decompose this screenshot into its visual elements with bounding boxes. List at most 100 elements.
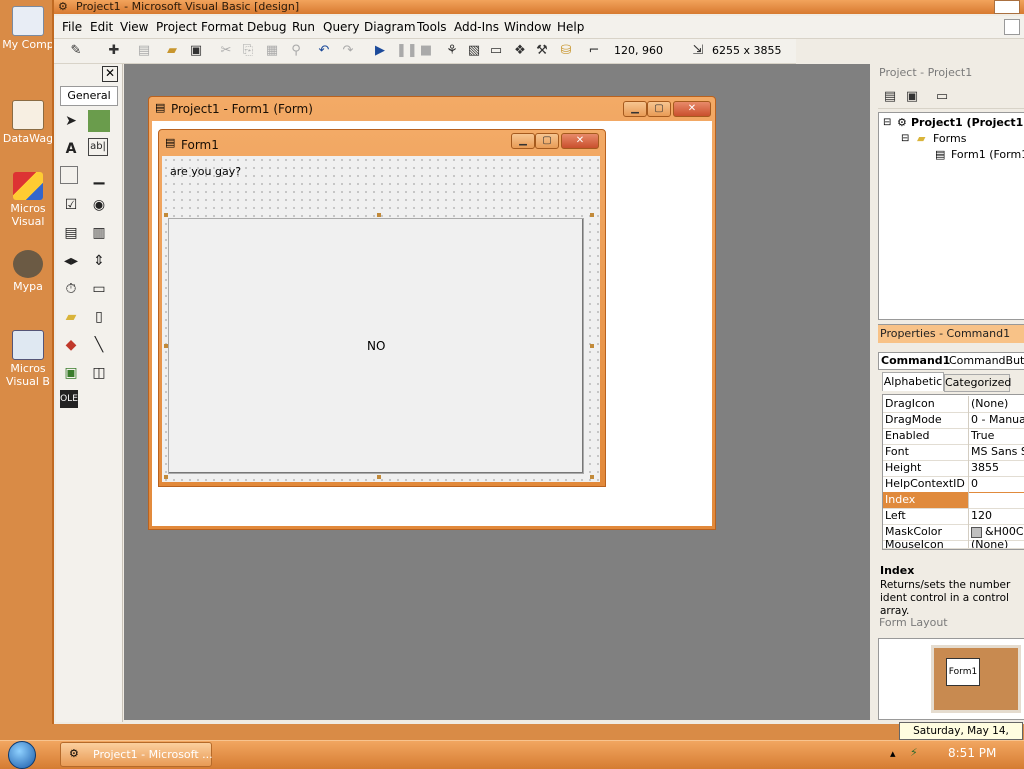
property-row-dragicon[interactable]: DragIcon (None): [883, 396, 1024, 413]
menu-add-ins[interactable]: Add-Ins: [454, 20, 499, 34]
menu-run[interactable]: Run: [292, 20, 315, 34]
find-icon[interactable]: ⚲: [288, 43, 304, 59]
vscrollbar-icon[interactable]: ⇕: [88, 250, 110, 272]
properties-window-icon[interactable]: ▧: [466, 43, 482, 59]
optionbutton-icon[interactable]: ◉: [88, 194, 110, 216]
command-button-no[interactable]: NO: [168, 218, 584, 474]
property-value[interactable]: 0: [971, 477, 978, 490]
menu-help[interactable]: Help: [557, 20, 584, 34]
data-icon[interactable]: ◫: [88, 362, 110, 384]
undo-icon[interactable]: ↶: [316, 43, 332, 59]
form-maximize-button[interactable]: ▢: [535, 133, 559, 149]
cut-icon[interactable]: ✂: [218, 43, 234, 59]
break-icon[interactable]: ❚❚: [396, 43, 418, 59]
tree-project-root[interactable]: Project1 (Project1): [911, 116, 1024, 129]
open-folder-icon[interactable]: ▰: [164, 43, 180, 59]
property-value[interactable]: (None): [971, 540, 1008, 548]
tree-form1-item[interactable]: Form1 (Form1): [951, 148, 1024, 161]
start-button[interactable]: [8, 741, 36, 769]
ole-icon[interactable]: OLE: [60, 390, 78, 408]
layout-form-thumbnail[interactable]: Form1: [946, 658, 980, 686]
add-form-icon[interactable]: ✚: [106, 43, 122, 59]
property-row-enabled[interactable]: Enabled True: [883, 428, 1024, 445]
view-object-icon[interactable]: ▣: [904, 89, 920, 105]
dirlistbox-icon[interactable]: ▰: [60, 306, 82, 328]
picturebox-icon[interactable]: [88, 110, 110, 132]
commandbutton-icon[interactable]: ▁: [88, 166, 110, 188]
paste-icon[interactable]: ▦: [264, 43, 280, 59]
menu-format[interactable]: Format: [201, 20, 243, 34]
project-explorer-icon[interactable]: ⚘: [444, 43, 460, 59]
menu-close-button[interactable]: [1004, 19, 1020, 35]
property-value[interactable]: 3855: [971, 461, 999, 474]
image-icon[interactable]: ▣: [60, 362, 82, 384]
drivelistbox-icon[interactable]: ▭: [88, 278, 110, 300]
property-value[interactable]: [969, 493, 1024, 508]
label-icon[interactable]: A: [60, 138, 82, 160]
add-project-icon[interactable]: ✎: [68, 43, 84, 59]
copy-icon[interactable]: ⎘: [240, 43, 256, 59]
menu-project[interactable]: Project: [156, 20, 197, 34]
close-icon[interactable]: ✕: [102, 66, 118, 82]
timer-icon[interactable]: ⏱: [60, 278, 82, 300]
end-icon[interactable]: ■: [418, 43, 434, 59]
property-row-left[interactable]: Left 120: [883, 508, 1024, 525]
toolbox-tab-general[interactable]: General: [60, 86, 118, 106]
pointer-icon[interactable]: ➤: [60, 110, 82, 132]
selection-handle[interactable]: [590, 344, 594, 348]
clock[interactable]: 8:51 PM: [948, 746, 996, 760]
menu-file[interactable]: File: [62, 20, 82, 34]
menu-debug[interactable]: Debug: [247, 20, 286, 34]
selection-handle[interactable]: [164, 475, 168, 479]
form-layout-icon[interactable]: ▭: [488, 43, 504, 59]
filelistbox-icon[interactable]: ▯: [88, 306, 110, 328]
desktop-icon-visual-basic[interactable]: Micros Visual B: [0, 330, 56, 388]
tray-chevron-icon[interactable]: ▴: [890, 747, 896, 760]
property-row-index-selected[interactable]: Index: [883, 492, 1024, 509]
close-button[interactable]: ✕: [673, 101, 711, 117]
property-value[interactable]: &H00C0: [985, 525, 1024, 538]
hscrollbar-icon[interactable]: ◂▸: [60, 250, 82, 272]
menu-window[interactable]: Window: [504, 20, 551, 34]
property-value[interactable]: 0 - Manual: [971, 413, 1024, 426]
desktop-icon-datawag[interactable]: DataWag: [0, 100, 56, 145]
menu-query[interactable]: Query: [323, 20, 359, 34]
form-minimize-button[interactable]: ▁: [511, 133, 535, 149]
tray-network-icon[interactable]: ⚡: [910, 746, 918, 759]
desktop-icon-visual[interactable]: Micros Visual: [0, 172, 56, 228]
selection-handle[interactable]: [164, 213, 168, 217]
selection-handle[interactable]: [590, 213, 594, 217]
menu-edit[interactable]: Edit: [90, 20, 113, 34]
property-value[interactable]: True: [971, 429, 994, 442]
property-row-helpcontextid[interactable]: HelpContextID 0: [883, 476, 1024, 493]
tree-forms-folder[interactable]: Forms: [933, 132, 966, 145]
property-row-height[interactable]: Height 3855: [883, 460, 1024, 477]
shape-icon[interactable]: ◆: [60, 334, 82, 356]
save-icon[interactable]: ▣: [188, 43, 204, 59]
menu-diagram[interactable]: Diagram: [364, 20, 416, 34]
tree-collapse-icon[interactable]: ⊟: [901, 133, 909, 144]
object-dropdown[interactable]: Command1 CommandButton: [878, 352, 1024, 370]
line-icon[interactable]: ╲: [88, 334, 110, 356]
selection-handle[interactable]: [164, 344, 168, 348]
desktop-icon-my-computer[interactable]: My Comp: [0, 6, 56, 51]
menu-editor-icon[interactable]: ▤: [136, 43, 152, 59]
listbox-icon[interactable]: ▥: [88, 222, 110, 244]
object-browser-icon[interactable]: ❖: [512, 43, 528, 59]
frame-icon[interactable]: [60, 166, 78, 184]
minimize-button[interactable]: ▁: [623, 101, 647, 117]
maximize-button[interactable]: ▢: [647, 101, 671, 117]
tab-alphabetic[interactable]: Alphabetic: [882, 372, 944, 391]
property-row-mouseicon[interactable]: MouseIcon (None): [883, 540, 1024, 549]
window-titlebar[interactable]: ⚙ Project1 - Microsoft Visual Basic [des…: [54, 0, 1024, 14]
property-row-maskcolor[interactable]: MaskColor&H00C0: [883, 524, 1024, 541]
toggle-folders-icon[interactable]: ▭: [934, 89, 950, 105]
selection-handle[interactable]: [377, 475, 381, 479]
combobox-icon[interactable]: ▤: [60, 222, 82, 244]
redo-icon[interactable]: ↷: [340, 43, 356, 59]
form1-window[interactable]: ▤ Form1 ▁ ▢ ✕ are you gay? NO: [158, 129, 606, 487]
tree-collapse-icon[interactable]: ⊟: [883, 117, 891, 128]
window-control-button[interactable]: [994, 0, 1020, 14]
property-row-font[interactable]: Font MS Sans Se: [883, 444, 1024, 461]
property-value[interactable]: 120: [971, 509, 992, 522]
